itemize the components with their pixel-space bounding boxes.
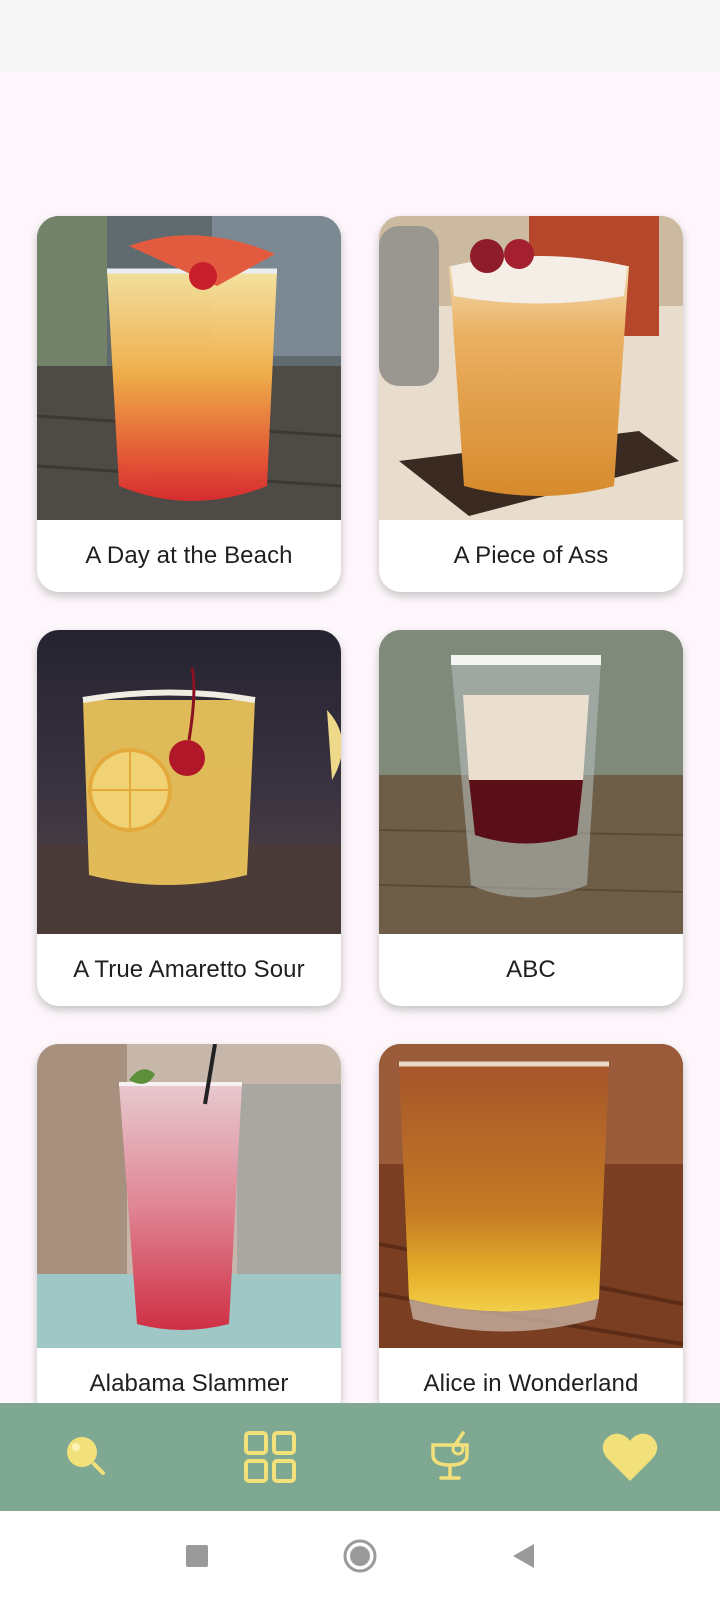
cocktail-image (37, 216, 341, 520)
cocktail-name: A Day at the Beach (85, 542, 293, 569)
nav-grid[interactable] (210, 1403, 330, 1511)
recents-square-icon (186, 1544, 208, 1567)
bottom-navigation (0, 1403, 720, 1511)
nav-search[interactable] (27, 1403, 147, 1511)
cocktail-card[interactable]: A True Amaretto Sour (37, 630, 341, 1006)
cocktail-grid: A Day at the Beach A Piece of Ass A True… (0, 0, 720, 1403)
cocktail-name: ABC (506, 956, 556, 983)
grid-icon (244, 1431, 296, 1483)
cocktail-image (379, 1044, 683, 1348)
cocktail-name: Alabama Slammer (89, 1370, 289, 1397)
home-button[interactable] (320, 1511, 400, 1600)
cocktail-card[interactable]: Alice in Wonderland (379, 1044, 683, 1403)
heart-icon (602, 1433, 658, 1481)
cocktail-card[interactable]: Alabama Slammer (37, 1044, 341, 1403)
recents-button[interactable] (157, 1511, 237, 1600)
cocktail-image (379, 630, 683, 934)
cocktail-glass-icon (431, 1431, 469, 1480)
home-circle-icon (343, 1539, 377, 1572)
cocktail-image (379, 216, 683, 520)
back-button[interactable] (483, 1511, 563, 1600)
search-icon (67, 1437, 105, 1475)
nav-cocktails[interactable] (390, 1403, 510, 1511)
system-navigation-bar (0, 1511, 720, 1600)
cocktail-image (37, 1044, 341, 1348)
cocktail-card[interactable]: ABC (379, 630, 683, 1006)
cocktail-image (37, 630, 341, 934)
back-triangle-icon (513, 1543, 534, 1568)
cocktail-name: Alice in Wonderland (423, 1370, 639, 1397)
cocktail-name: A True Amaretto Sour (73, 956, 305, 983)
nav-favorites[interactable] (570, 1403, 690, 1511)
cocktail-name: A Piece of Ass (453, 542, 609, 569)
cocktail-card[interactable]: A Day at the Beach (37, 216, 341, 592)
cocktail-card[interactable]: A Piece of Ass (379, 216, 683, 592)
